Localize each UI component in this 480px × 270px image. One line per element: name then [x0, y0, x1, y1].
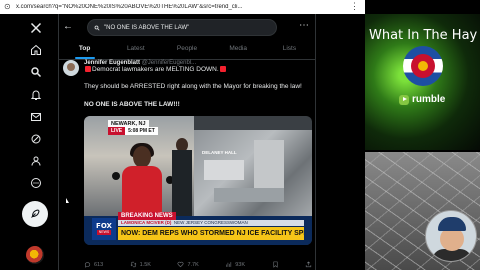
feather-icon — [31, 209, 40, 218]
share-icon — [305, 261, 312, 268]
home-icon[interactable] — [26, 40, 46, 60]
siren-emoji-icon — [219, 66, 226, 72]
bookmark-button[interactable] — [272, 261, 279, 268]
reply-button[interactable]: 613 — [84, 261, 103, 268]
search-query: "NO ONE IS ABOVE THE LAW" — [104, 24, 190, 31]
screen: ⊙ x.com/search?q="NO%20ONE%20IS%20ABOVE%… — [0, 0, 480, 270]
siren-emoji-icon — [85, 66, 91, 72]
post-text-line-3: NO ONE IS ABOVE THE LAW!!! — [84, 101, 180, 108]
repost-icon — [130, 261, 136, 268]
x-logo-icon[interactable] — [26, 18, 46, 38]
post-text-line-2: They should be ARRESTED right along with… — [84, 83, 302, 90]
location-label: DELANEY HALL — [202, 150, 237, 155]
network-logo: FOX NEWS — [92, 218, 116, 240]
post-actions: 613 1.5K 7.7K 93K — [84, 261, 312, 268]
video-aerial-scene — [194, 130, 312, 216]
tab-latest[interactable]: Latest — [110, 40, 161, 59]
url-text[interactable]: x.com/search?q="NO%20ONE%20IS%20ABOVE%20… — [16, 4, 242, 10]
grok-icon[interactable] — [26, 129, 46, 149]
speaker-name-bar: LAMONICA MCIVER (D) NEW JERSEY CONGRESSW… — [118, 220, 304, 226]
video-headline: NOW: DEM REPS WHO STORMED NJ ICE FACILIT… — [118, 227, 304, 240]
post-text-line-1: Democrat lawmakers are MELTING DOWN. — [84, 66, 227, 73]
bookmark-icon — [272, 261, 278, 268]
views-button[interactable]: 93K — [225, 261, 245, 268]
search-icon — [94, 25, 100, 31]
post-author-avatar[interactable] — [63, 60, 79, 76]
search-tabs: Top Latest People Media Lists — [59, 40, 315, 60]
more-options-icon[interactable] — [26, 173, 46, 193]
search-icon[interactable] — [26, 62, 46, 82]
breaking-news-label: BREAKING NEWS — [118, 212, 176, 220]
sidebar-nav — [22, 18, 50, 270]
main-column: ← "NO ONE IS ABOVE THE LAW" ⋯ Top Latest… — [58, 14, 316, 270]
browser-menu-icon[interactable]: ⋮ — [350, 1, 359, 12]
tab-people[interactable]: People — [161, 40, 212, 59]
page-info-icon[interactable]: ⊙ — [4, 3, 12, 11]
repost-button[interactable]: 1.5K — [130, 261, 151, 268]
reply-icon — [84, 262, 91, 268]
more-options-icon[interactable]: ⋯ — [299, 20, 309, 31]
browser-address-bar[interactable]: ⊙ x.com/search?q="NO%20ONE%20IS%20ABOVE%… — [0, 0, 365, 14]
notifications-bell-icon[interactable] — [26, 85, 46, 105]
stream-banner: What In The Hay rumble — [365, 14, 480, 150]
like-button[interactable]: 7.7K — [177, 261, 199, 268]
mouse-cursor-icon — [66, 198, 69, 203]
heart-icon — [178, 261, 184, 268]
views-chart-icon — [226, 262, 232, 267]
rumble-logo: rumble — [399, 94, 445, 105]
search-input[interactable]: "NO ONE IS ABOVE THE LAW" — [87, 19, 277, 36]
colorado-flag-logo — [403, 46, 443, 86]
messages-envelope-icon[interactable] — [26, 107, 46, 127]
compose-post-button[interactable] — [22, 201, 48, 227]
stream-title: What In The Hay — [369, 28, 478, 43]
speaker-figure — [120, 143, 164, 216]
share-button[interactable] — [305, 261, 312, 268]
microphone-icon — [112, 172, 120, 180]
back-arrow-icon[interactable]: ← — [63, 21, 73, 32]
rumble-play-icon — [399, 94, 409, 105]
profile-icon[interactable] — [26, 151, 46, 171]
live-badge: LIVE 5:08 PM ET — [108, 127, 158, 135]
tab-media[interactable]: Media — [213, 40, 264, 59]
post[interactable]: Jennifer Eugenblatt @JenniferEugenbl... … — [59, 60, 315, 270]
search-header: ← "NO ONE IS ABOVE THE LAW" ⋯ — [59, 16, 315, 38]
account-avatar[interactable] — [26, 246, 44, 264]
post-video[interactable]: NEWARK, NJ LIVE 5:08 PM ET DELANEY HALL F… — [84, 116, 312, 245]
streamer-webcam — [425, 210, 477, 262]
tab-lists[interactable]: Lists — [264, 40, 315, 59]
tab-top[interactable]: Top — [59, 40, 110, 59]
bystander-figure — [172, 138, 192, 216]
